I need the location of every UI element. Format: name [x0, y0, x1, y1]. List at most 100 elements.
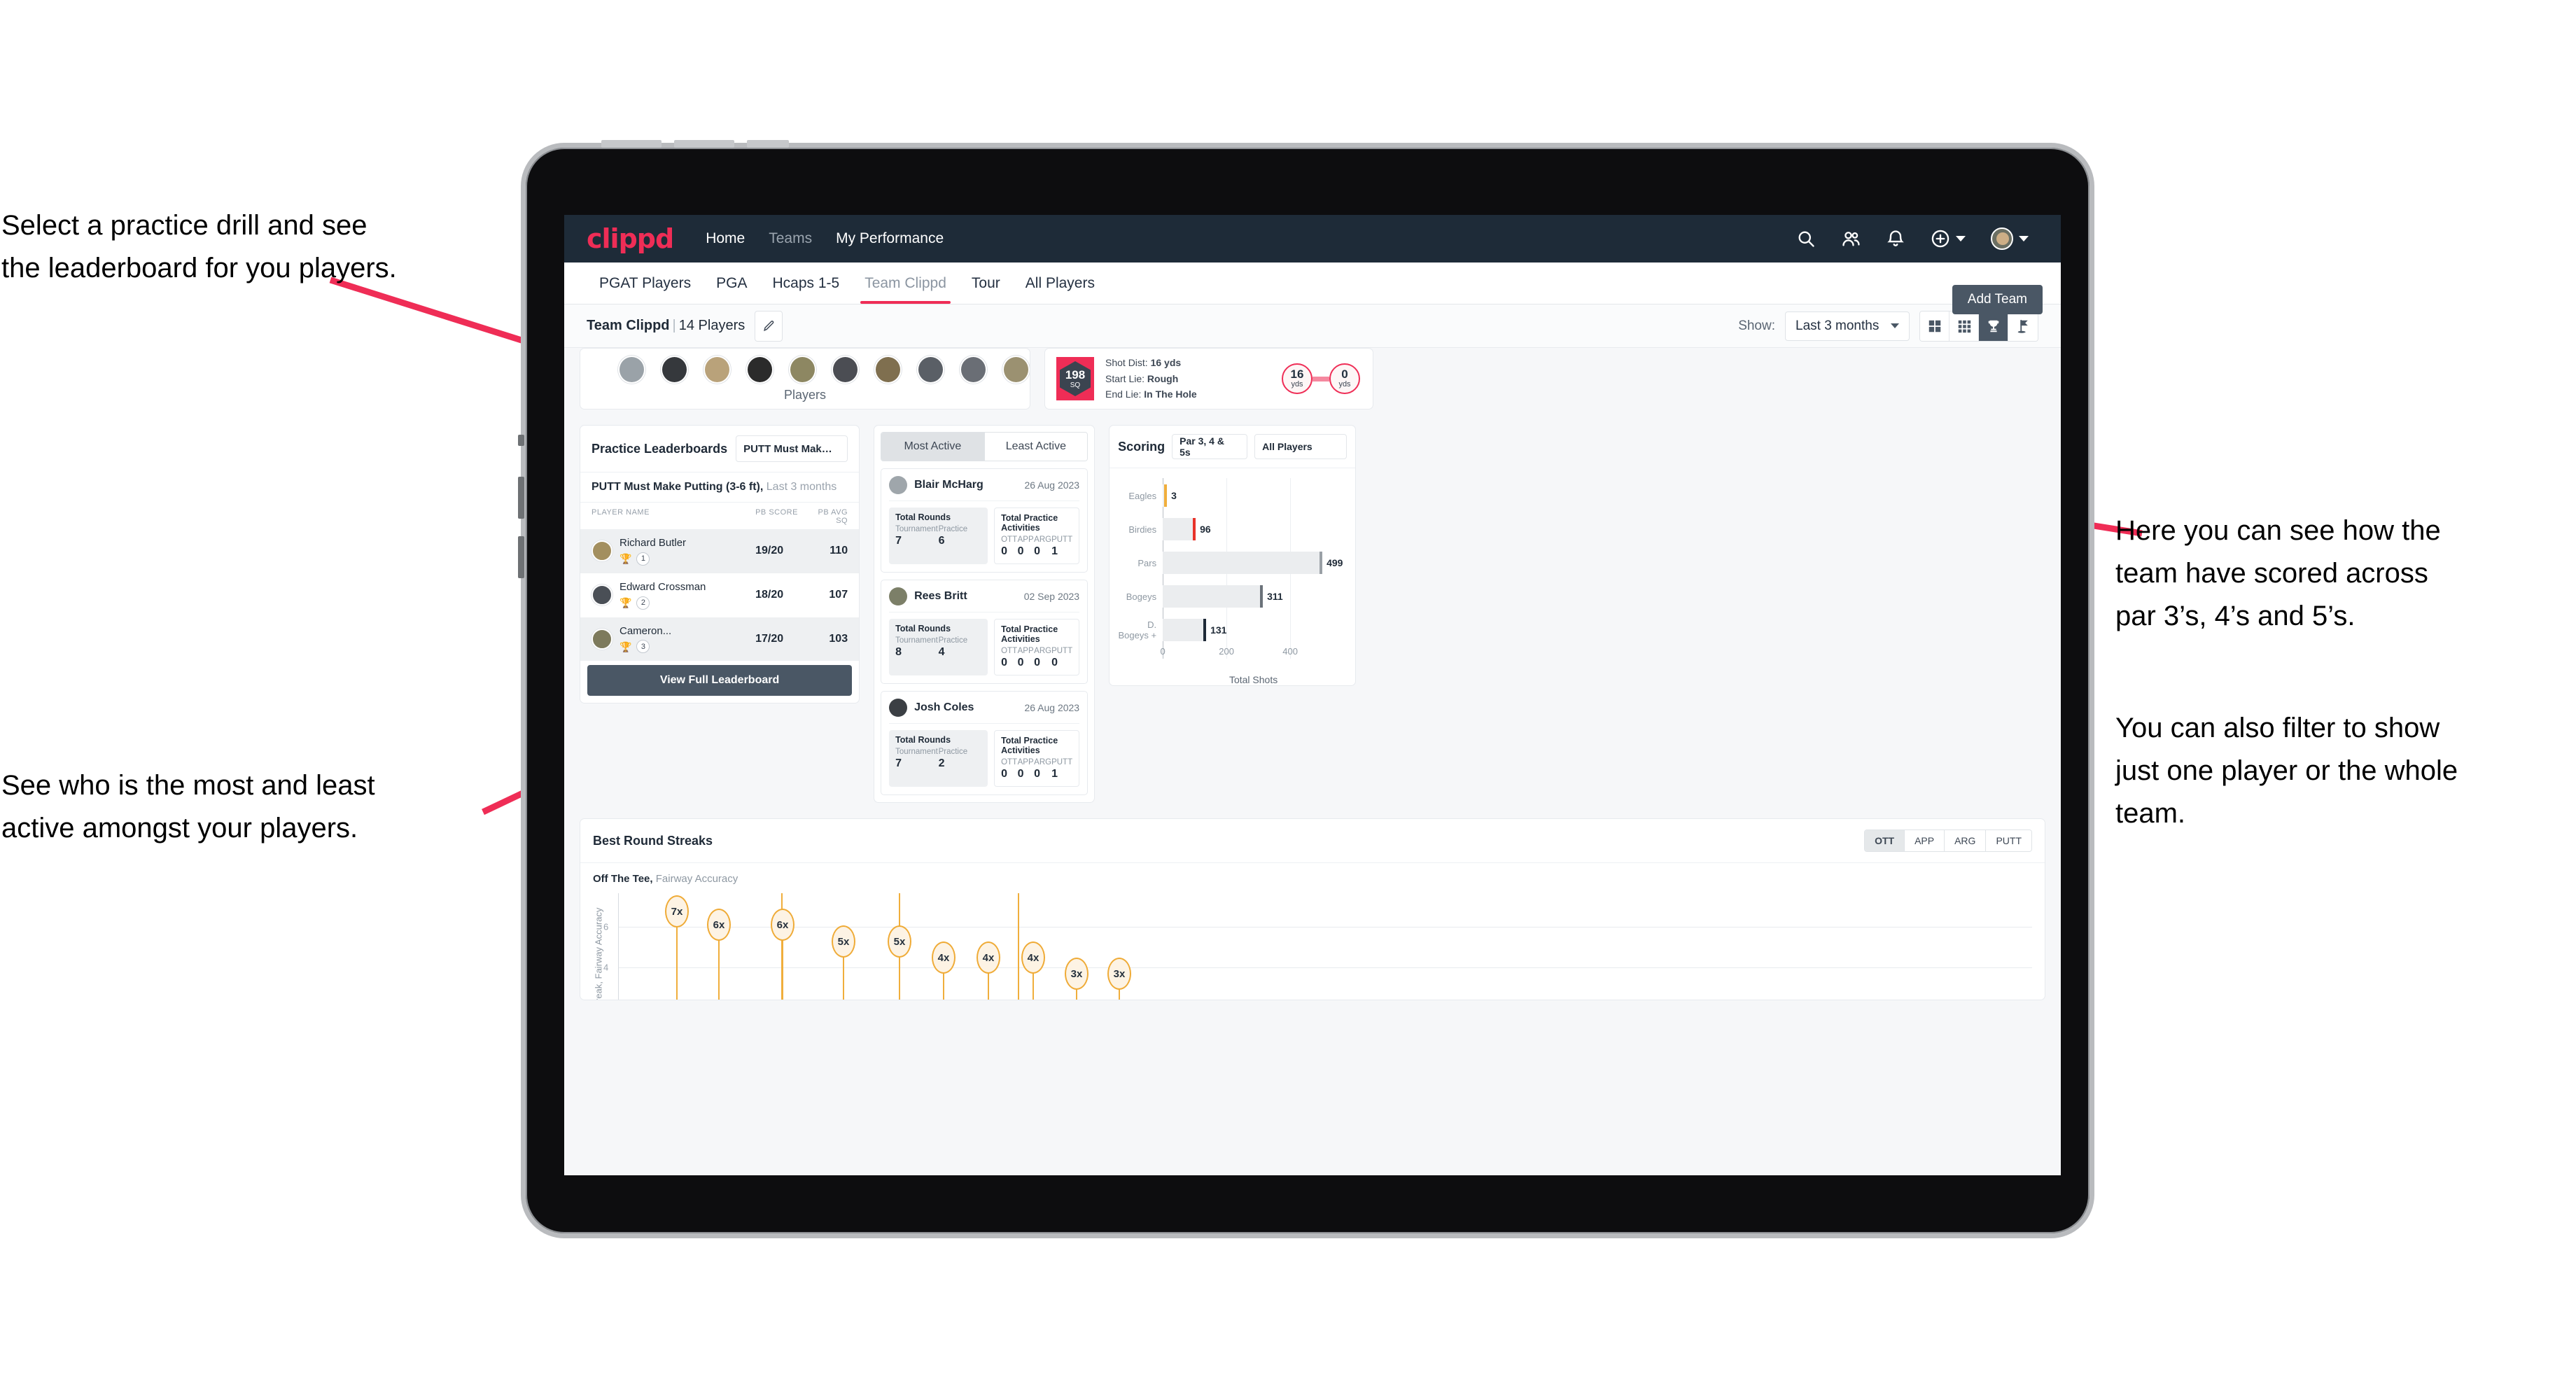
streak-item[interactable]: 3x: [1107, 958, 1131, 1000]
player-avatar[interactable]: [832, 356, 859, 384]
table-row[interactable]: Edward Crossman 🏆 2 18/20 107: [580, 573, 859, 617]
tab-least-active[interactable]: Least Active: [983, 433, 1088, 461]
player-avatar[interactable]: [1002, 356, 1030, 384]
player-avatar[interactable]: [917, 356, 944, 384]
streak-bubble[interactable]: 5x: [888, 925, 911, 958]
drill-select[interactable]: PUTT Must Make Putting ...: [736, 435, 848, 462]
streaks-y-axis-label: reak, Fairway Accuracy: [593, 907, 604, 1000]
streak-item[interactable]: 6x: [707, 909, 731, 1000]
streak-item[interactable]: 5x: [888, 925, 911, 1000]
tab-all-players[interactable]: All Players: [1013, 262, 1107, 304]
player-avatar[interactable]: [874, 356, 902, 384]
nav-link-home[interactable]: Home: [706, 230, 745, 247]
clippd-logo[interactable]: clippd: [587, 225, 674, 252]
streak-item[interactable]: 4x: [932, 941, 955, 1000]
view-full-leaderboard-button[interactable]: View Full Leaderboard: [587, 665, 853, 696]
stat-value: 0: [1034, 768, 1041, 780]
player-avatar[interactable]: [746, 356, 774, 384]
activity-player-card[interactable]: Rees Britt 02 Sep 2023 Total Rounds Tour…: [881, 580, 1088, 684]
tab-pgat-players[interactable]: PGAT Players: [587, 262, 704, 304]
chart-x-ticks: 0 200 400: [1160, 646, 1344, 662]
avatar: [889, 476, 908, 494]
drill-name: PUTT Must Make Putting (3-6 ft),: [592, 481, 764, 493]
chevron-down-icon[interactable]: [2019, 236, 2029, 241]
streak-bubble[interactable]: 3x: [1065, 958, 1088, 990]
player-avatar[interactable]: [661, 356, 688, 384]
streak-bubble[interactable]: 6x: [707, 909, 731, 941]
add-team-button[interactable]: Add Team: [1952, 285, 2043, 314]
player-avatar[interactable]: [618, 356, 645, 384]
y-tick-4: 4: [603, 962, 609, 973]
streak-item[interactable]: 4x: [976, 941, 1000, 1000]
chevron-down-icon[interactable]: [1956, 236, 1966, 241]
streak-bubble[interactable]: 4x: [976, 941, 1000, 974]
leaderboard-title: Practice Leaderboards: [592, 441, 728, 456]
streak-item[interactable]: 7x: [665, 895, 689, 1000]
annotation-line: par 3’s, 4’s and 5’s.: [2115, 600, 2356, 631]
activity-player-card[interactable]: Josh Coles 26 Aug 2023 Total Rounds Tour…: [881, 691, 1088, 795]
segment-app[interactable]: APP: [1904, 830, 1945, 851]
people-icon[interactable]: [1841, 229, 1861, 248]
avatar: [889, 587, 908, 606]
activity-card: Most Active Least Active Blair McHarg 26…: [874, 425, 1096, 803]
bell-icon[interactable]: [1886, 229, 1905, 248]
player-rank-meta: 🏆 3: [620, 640, 671, 654]
grid-4-icon[interactable]: [1920, 311, 1949, 341]
segment-ott[interactable]: OTT: [1865, 830, 1905, 851]
plus-circle-icon[interactable]: [1931, 229, 1950, 248]
edit-team-button[interactable]: [755, 310, 783, 342]
nav-link-my-performance[interactable]: My Performance: [836, 230, 944, 247]
total-rounds-columns: Tournament 7 Practice 6: [895, 525, 981, 547]
streak-item[interactable]: 4x: [1021, 941, 1045, 1000]
user-menu[interactable]: [1991, 227, 2029, 250]
activity-player-card[interactable]: Blair McHarg 26 Aug 2023 Total Rounds To…: [881, 468, 1088, 573]
tab-pga[interactable]: PGA: [704, 262, 760, 304]
activity-card-header: Rees Britt 02 Sep 2023: [889, 587, 1080, 612]
tab-team-clippd[interactable]: Team Clippd: [852, 262, 959, 304]
streak-bubble[interactable]: 4x: [1021, 941, 1045, 974]
streak-bubble[interactable]: 7x: [665, 895, 689, 927]
par-select[interactable]: Par 3, 4 & 5s: [1172, 434, 1248, 459]
player-avatar[interactable]: [789, 356, 816, 384]
shot-dist-label: Shot Dist:: [1105, 356, 1148, 368]
streak-bubble[interactable]: 3x: [1107, 958, 1131, 990]
search-icon[interactable]: [1796, 229, 1816, 248]
player-name: Edward Crossman: [620, 580, 706, 593]
scoring-card: Scoring Par 3, 4 & 5s All Players Eagles…: [1109, 425, 1357, 686]
players-label: Players: [783, 388, 827, 402]
stat-value: 1: [1051, 545, 1058, 557]
column-player-name: PLAYER NAME: [592, 508, 650, 517]
streak-bubble[interactable]: 6x: [771, 909, 794, 941]
nav-link-teams[interactable]: Teams: [769, 230, 812, 247]
player-filter-select[interactable]: All Players: [1254, 434, 1348, 459]
player-avatar[interactable]: [704, 356, 731, 384]
trophy-icon: 🏆: [620, 640, 632, 652]
bar-cap: [1193, 518, 1196, 540]
tab-hcaps-1-5[interactable]: Hcaps 1-5: [760, 262, 852, 304]
arg-stat: ARG 0: [1034, 758, 1051, 780]
streak-item[interactable]: 5x: [832, 925, 855, 1000]
segment-putt[interactable]: PUTT: [1985, 830, 2031, 851]
pb-avg-sq-value: 107: [829, 589, 848, 601]
tab-most-active[interactable]: Most Active: [881, 433, 984, 461]
bar-value-birdies: 96: [1200, 524, 1211, 535]
golf-flag-icon[interactable]: [2008, 311, 2038, 341]
streak-item[interactable]: 3x: [1065, 958, 1088, 1000]
streak-bubble[interactable]: 4x: [932, 941, 955, 974]
app-screen: clippd Home Teams My Performance PGAT Pl…: [564, 215, 2061, 1175]
grid-9-icon[interactable]: [1949, 311, 1979, 341]
segment-arg[interactable]: ARG: [1944, 830, 1986, 851]
streak-item[interactable]: 6x: [771, 909, 794, 1000]
streak-bubble[interactable]: 5x: [832, 925, 855, 958]
period-select[interactable]: Last 3 months: [1785, 311, 1910, 341]
trophy-icon[interactable]: [1979, 311, 2008, 341]
player-avatar[interactable]: [960, 356, 987, 384]
activity-tab-group: Most Active Least Active: [881, 432, 1088, 461]
table-row[interactable]: Richard Butler 🏆 1 19/20 110: [580, 529, 860, 573]
avatar[interactable]: [1991, 227, 2013, 250]
table-row[interactable]: Cameron... 🏆 3 17/20 103: [580, 617, 860, 662]
add-menu[interactable]: [1931, 229, 1966, 248]
tab-tour[interactable]: Tour: [959, 262, 1013, 304]
pb-score-value: 18/20: [755, 589, 784, 601]
stat-label: ARG: [1034, 536, 1052, 544]
